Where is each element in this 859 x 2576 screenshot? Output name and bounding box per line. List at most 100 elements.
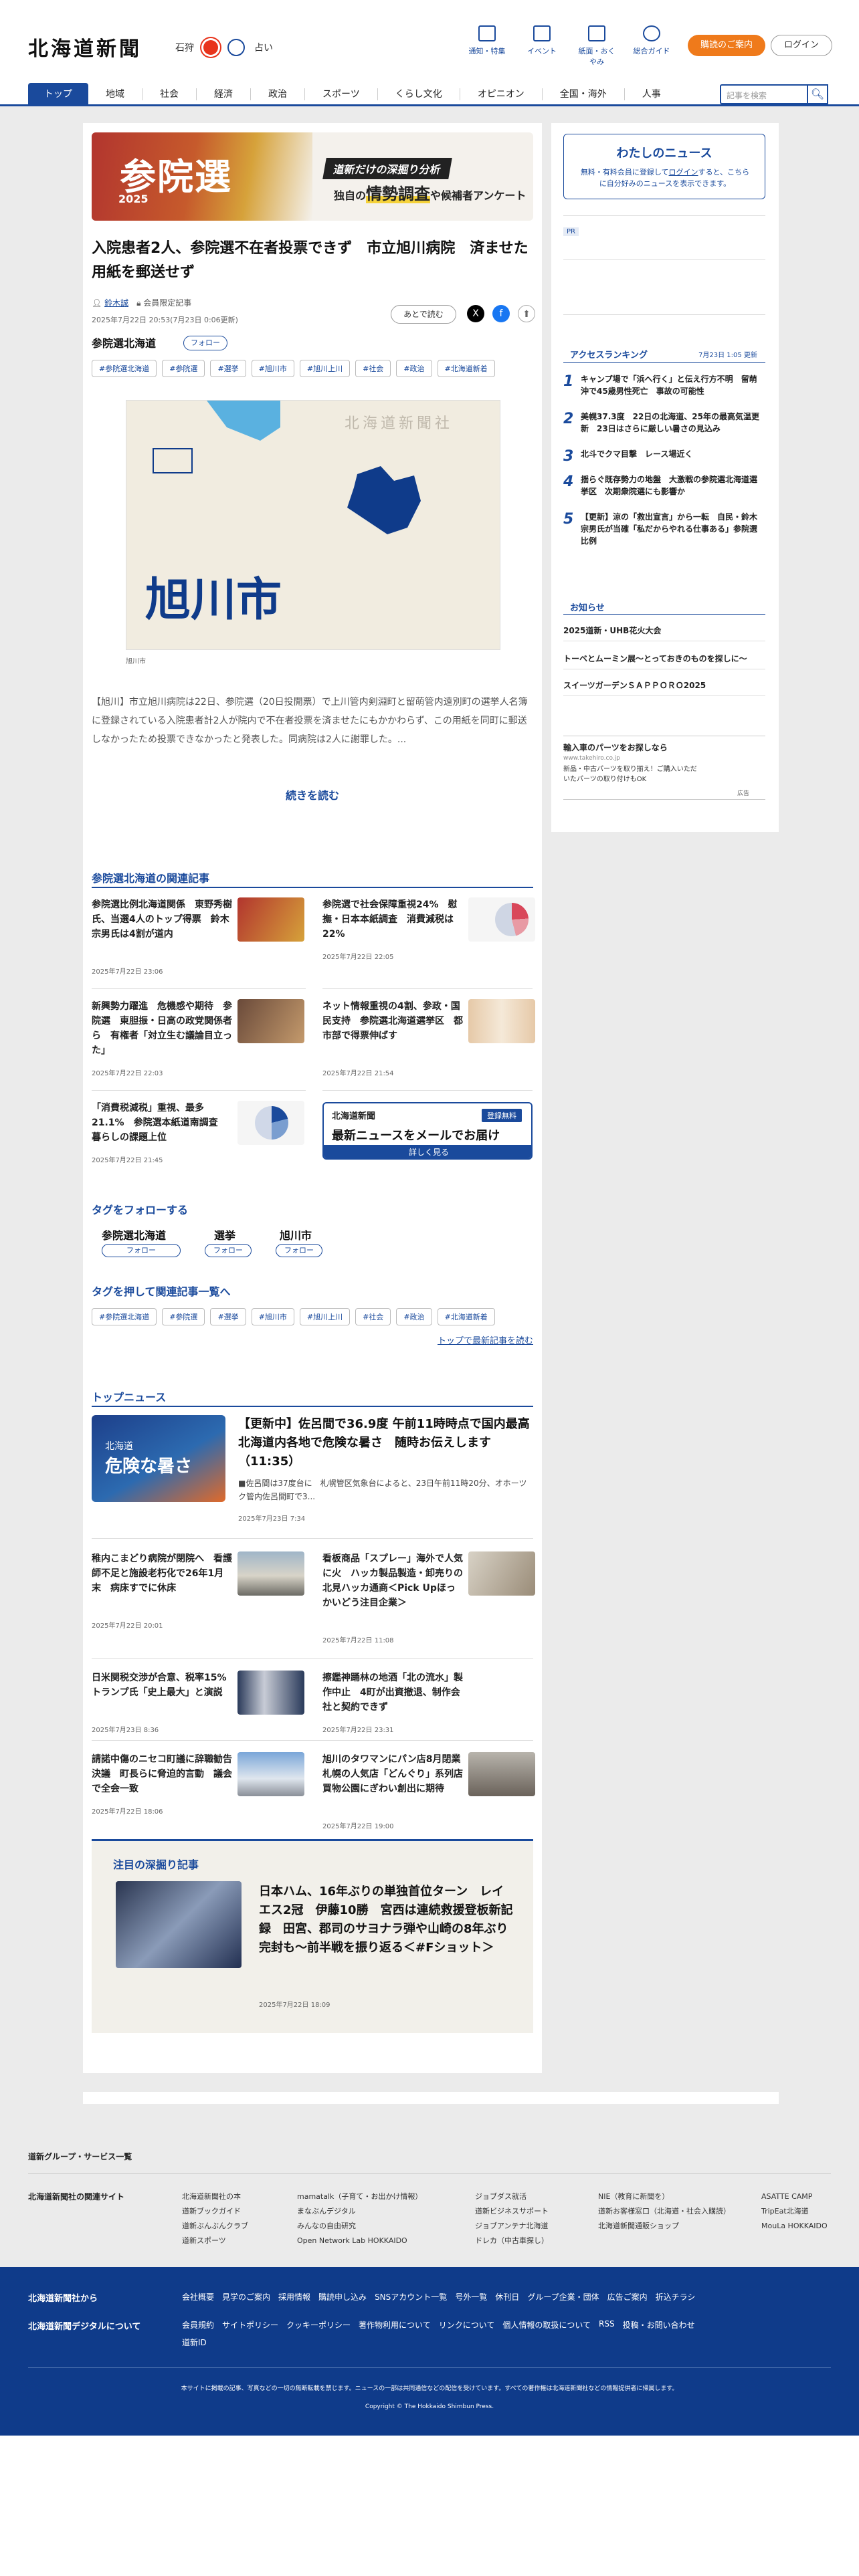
tag-link[interactable]: #政治	[396, 360, 432, 377]
related-card[interactable]: 新興勢力躍進 危機感や期待 参院選 東胆振・日高の政党関係者ら 有権者「対立生む…	[92, 999, 306, 1087]
tag-link[interactable]: #参院選北海道	[92, 360, 157, 377]
nav-sports[interactable]: スポーツ	[305, 88, 378, 100]
tag-link[interactable]: #社会	[355, 360, 391, 377]
site-link[interactable]: みんなの自由研究	[297, 2219, 422, 2234]
deep-dive-article[interactable]: 日本ハム、16年ぶりの単独首位ターン レイエス2冠 伊藤10勝 宮西は連続救援登…	[259, 1883, 513, 1957]
tag-link[interactable]: #北海道新着	[437, 1308, 495, 1325]
group-services-link[interactable]: 道新グループ・サービス一覧	[28, 2151, 132, 2162]
notice-item[interactable]: 2025道新・UHB花火大会	[563, 625, 661, 636]
subscribe-button[interactable]: 購読のご案内	[688, 35, 765, 56]
nav-politics[interactable]: 政治	[251, 88, 305, 100]
footer-link[interactable]: 会社概要	[182, 2291, 214, 2302]
tag-link[interactable]: #参院選北海道	[92, 1308, 157, 1325]
site-link[interactable]: 北海道新聞通販ショップ	[598, 2219, 731, 2234]
footer-link[interactable]: 道新ID	[182, 2337, 207, 2348]
footer-link[interactable]: 休刊日	[495, 2291, 519, 2302]
site-link[interactable]: 道新スポーツ	[182, 2234, 248, 2248]
latest-articles-link[interactable]: トップで最新記事を読む	[399, 1333, 533, 1346]
site-link[interactable]: 北海道新聞社の本	[182, 2189, 248, 2204]
notice-item[interactable]: スイーツガーデンＳＡＰＰＯＲＯ2025	[563, 679, 706, 691]
site-logo[interactable]: 北海道新聞	[28, 32, 142, 62]
deep-dive-title[interactable]: 注目の深掘り記事	[113, 1856, 199, 1872]
news-card[interactable]: 稚内こまどり病院が閉院へ 看護師不足と施設老朽化で26年1月末 病床すでに休床 …	[92, 1551, 306, 1640]
top-news-image[interactable]: 北海道 危険な暑さ	[92, 1415, 225, 1502]
ranking-item[interactable]: 5 【更新】涼の「救出宣言」から一転 自民・鈴木宗男氏が当確「私だからやれる仕事あ…	[563, 511, 764, 551]
site-link[interactable]: TripEat北海道	[761, 2204, 828, 2219]
tag-link[interactable]: #社会	[355, 1308, 391, 1325]
paper-link[interactable]: 紙面・おくやみ	[578, 25, 615, 67]
tag-link[interactable]: #旭川上川	[299, 360, 351, 377]
tag-link[interactable]: #旭川市	[251, 360, 294, 377]
news-card[interactable]: 擦鑑神踊林の地酒「北の流水」製作中止 4町が出資撤退、制作会社と契約できず 20…	[322, 1671, 537, 1759]
news-card[interactable]: 日米関税交渉が合意、税率15% トランプ氏「史上最大」と演説 2025年7月23…	[92, 1671, 306, 1759]
news-card[interactable]: 看板商品「スプレー」海外で人気に火 ハッカ製品製造・卸売りの北見ハッカ通商＜Pi…	[322, 1551, 537, 1644]
site-link[interactable]: NIE（教育に新聞を）	[598, 2189, 731, 2204]
footer-link[interactable]: クッキーポリシー	[286, 2319, 351, 2331]
follow-tag-name[interactable]: 参院選北海道	[102, 1226, 166, 1243]
related-card[interactable]: 「消費税減税」重視、最多21.1% 参院選本紙道南調査 暮らしの課題上位 202…	[92, 1101, 306, 1189]
tag-link[interactable]: #参院選	[162, 1308, 205, 1325]
footer-link[interactable]: 採用情報	[278, 2291, 310, 2302]
news-card[interactable]: 請諾中傷のニセコ町議に辞職勧告決議 町長らに脅迫的言動 議会で全会一致 2025…	[92, 1752, 306, 1840]
site-link[interactable]: まなぶんデジタル	[297, 2204, 422, 2219]
footer-link[interactable]: サイトポリシー	[222, 2319, 278, 2331]
share-icon[interactable]: ⬆︎	[518, 305, 535, 322]
site-link[interactable]: ASATTE CAMP	[761, 2189, 828, 2204]
search-icon[interactable]: 🔍︎	[807, 84, 828, 104]
facebook-share-icon[interactable]: f	[492, 305, 510, 322]
top-news-lead-title[interactable]: 【更新中】佐呂間で36.9度 午前11時時点で国内最高 北海道内各地で危険な暑さ…	[238, 1415, 542, 1471]
footer-link[interactable]: 見学のご案内	[222, 2291, 270, 2302]
nav-culture[interactable]: くらし文化	[378, 88, 460, 100]
weather-widget[interactable]: 石狩 占い	[175, 39, 273, 56]
site-link[interactable]: mamatalk（子育て・お出かけ情報）	[297, 2189, 422, 2204]
tag-link[interactable]: #旭川上川	[299, 1308, 351, 1325]
footer-link[interactable]: 個人情報の取扱について	[502, 2319, 591, 2331]
notice-title[interactable]: お知らせ	[570, 601, 605, 613]
nav-world[interactable]: 全国・海外	[543, 88, 625, 100]
follow-button[interactable]: フォロー	[205, 1244, 252, 1257]
login-button[interactable]: ログイン	[771, 35, 832, 56]
deep-dive-image[interactable]	[116, 1881, 242, 1968]
related-card[interactable]: ネット情報重視の4割、参政・国民支持 参院選北海道選挙区 都市部で得票伸ばす 2…	[322, 999, 537, 1087]
follow-tag-name[interactable]: 旭川市	[280, 1226, 312, 1243]
nav-personnel[interactable]: 人事	[625, 88, 678, 100]
site-link[interactable]: MouLa HOKKAIDO	[761, 2219, 828, 2234]
author-name[interactable]: 鈴木誠	[104, 298, 128, 308]
my-news-login-link[interactable]: ログイン	[669, 168, 698, 177]
mail-more[interactable]: 詳しく見る	[324, 1145, 531, 1158]
nav-region[interactable]: 地域	[88, 88, 142, 100]
nav-top[interactable]: トップ	[28, 83, 88, 106]
ranking-item[interactable]: 4 揺らぐ既存勢力の地盤 大激戦の参院選北海道選挙区 次期衆院選にも影響か	[563, 473, 764, 506]
site-link[interactable]: 道新ビジネスサポート	[475, 2204, 549, 2219]
footer-link[interactable]: 投稿・お問い合わせ	[623, 2319, 695, 2331]
footer-link[interactable]: リンクについて	[439, 2319, 495, 2331]
notice-item[interactable]: トーベとムーミン展～とっておきのものを探しに～	[563, 653, 747, 664]
footer-link[interactable]: 会員規約	[182, 2319, 214, 2331]
footer-link[interactable]: SNSアカウント一覧	[375, 2291, 447, 2302]
footer-link[interactable]: RSS	[599, 2319, 615, 2331]
follow-tag-name[interactable]: 選挙	[214, 1226, 235, 1243]
site-link[interactable]: 道新お客様窓口（北海道・社会入購読）	[598, 2204, 731, 2219]
follow-button[interactable]: フォロー	[276, 1244, 322, 1257]
site-link[interactable]: ジョブアンテナ北海道	[475, 2219, 549, 2234]
tag-link[interactable]: #選挙	[210, 1308, 246, 1325]
ranking-item[interactable]: 1 キャンプ場で「浜へ行く」と伝え行方不明 留萌沖で45歳男性死亡 事故の可能性	[563, 373, 764, 405]
ranking-item[interactable]: 2 美幌37.3度 22日の北海道、25年の最高気温更新 23日はさらに厳しい暑さ…	[563, 411, 764, 443]
footer-link[interactable]: 購読申し込み	[318, 2291, 367, 2302]
follow-button[interactable]: フォロー	[102, 1244, 181, 1257]
footer-link[interactable]: グループ企業・団体	[527, 2291, 599, 2302]
election-banner[interactable]: 参院選 2025 道新だけの深掘り分析 独自の情勢調査や候補者アンケート	[92, 132, 533, 221]
event-link[interactable]: イベント	[523, 25, 561, 67]
site-link[interactable]: ドレカ（中古車探し）	[475, 2234, 549, 2248]
ranking-title[interactable]: アクセスランキング	[570, 348, 648, 360]
notice-link[interactable]: 通知・特集	[468, 25, 506, 67]
nav-economy[interactable]: 経済	[197, 88, 251, 100]
read-more-link[interactable]: 続きを読む	[92, 786, 533, 802]
site-link[interactable]: Open Network Lab HOKKAIDO	[297, 2234, 422, 2248]
read-later-button[interactable]: あとで読む	[391, 305, 456, 324]
sidebar-ad[interactable]: 輸入車のパーツをお探しなら www.takehiro.co.jp 新品・中古パー…	[563, 736, 765, 800]
x-share-icon[interactable]: X	[467, 305, 484, 322]
footer-link[interactable]: 広告ご案内	[607, 2291, 648, 2302]
nav-opinion[interactable]: オピニオン	[460, 88, 543, 100]
tag-link[interactable]: #旭川市	[251, 1308, 294, 1325]
